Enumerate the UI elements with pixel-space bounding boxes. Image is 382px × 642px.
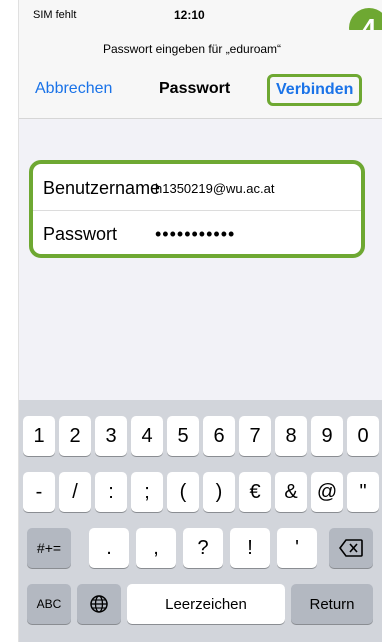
space-key[interactable]: Leerzeichen: [127, 584, 285, 624]
username-row[interactable]: Benutzername h1350219@wu.ac.at: [33, 166, 361, 211]
key-row18[interactable]: 9: [311, 416, 343, 456]
key-row14[interactable]: 5: [167, 416, 199, 456]
backspace-icon: [339, 539, 363, 557]
abc-key[interactable]: ABC: [27, 584, 71, 624]
key-row24[interactable]: (: [167, 472, 199, 512]
key-row30[interactable]: .: [89, 528, 129, 568]
key-row22[interactable]: :: [95, 472, 127, 512]
key-row20[interactable]: -: [23, 472, 55, 512]
key-row25[interactable]: ): [203, 472, 235, 512]
key-row12[interactable]: 3: [95, 416, 127, 456]
status-bar: SIM fehlt 12:10 4: [19, 0, 382, 48]
password-field[interactable]: •••••••••••: [155, 224, 235, 245]
key-row15[interactable]: 6: [203, 416, 235, 456]
key-row31[interactable]: ,: [136, 528, 176, 568]
key-row23[interactable]: ;: [131, 472, 163, 512]
connect-button[interactable]: Verbinden: [267, 74, 363, 106]
cancel-button[interactable]: Abbrechen: [35, 80, 112, 98]
key-row27[interactable]: &: [275, 472, 307, 512]
clock: 12:10: [174, 8, 205, 22]
key-row10[interactable]: 1: [23, 416, 55, 456]
key-row13[interactable]: 4: [131, 416, 163, 456]
credentials-form: Benutzername h1350219@wu.ac.at Passwort …: [29, 160, 365, 258]
key-row34[interactable]: ': [277, 528, 317, 568]
nav-title: Passwort: [159, 80, 231, 97]
dialog-title: Passwort eingeben für „eduroam“: [102, 42, 282, 56]
key-row16[interactable]: 7: [239, 416, 271, 456]
return-key[interactable]: Return: [291, 584, 373, 624]
password-label: Passwort: [43, 223, 118, 244]
username-label: Benutzername: [43, 177, 161, 198]
key-row17[interactable]: 8: [275, 416, 307, 456]
keyboard: 1234567890 - /:;() € & @ " #+= .,?! ' ABC Leer…: [19, 400, 382, 642]
key-row32[interactable]: ?: [183, 528, 223, 568]
key-row21[interactable]: /: [59, 472, 91, 512]
globe-icon: [90, 595, 108, 613]
key-row26[interactable]: €: [239, 472, 271, 512]
key-row11[interactable]: 2: [59, 416, 91, 456]
phone-screen: SIM fehlt 12:10 4 Passwort eingeben für …: [18, 0, 382, 642]
password-row[interactable]: Passwort •••••••••••: [33, 212, 361, 256]
key-row19[interactable]: 0: [347, 416, 379, 456]
key-row28[interactable]: @: [311, 472, 343, 512]
key-row29[interactable]: ": [347, 472, 379, 512]
username-field[interactable]: h1350219@wu.ac.at: [155, 181, 274, 196]
backspace-key[interactable]: [329, 528, 373, 568]
carrier-status: SIM fehlt: [33, 9, 77, 21]
globe-key[interactable]: [77, 584, 121, 624]
password-dialog-header: Passwort eingeben für „eduroam“ Abbreche…: [19, 30, 382, 119]
key-symbols-toggle[interactable]: #+=: [27, 528, 71, 568]
key-row33[interactable]: !: [230, 528, 270, 568]
